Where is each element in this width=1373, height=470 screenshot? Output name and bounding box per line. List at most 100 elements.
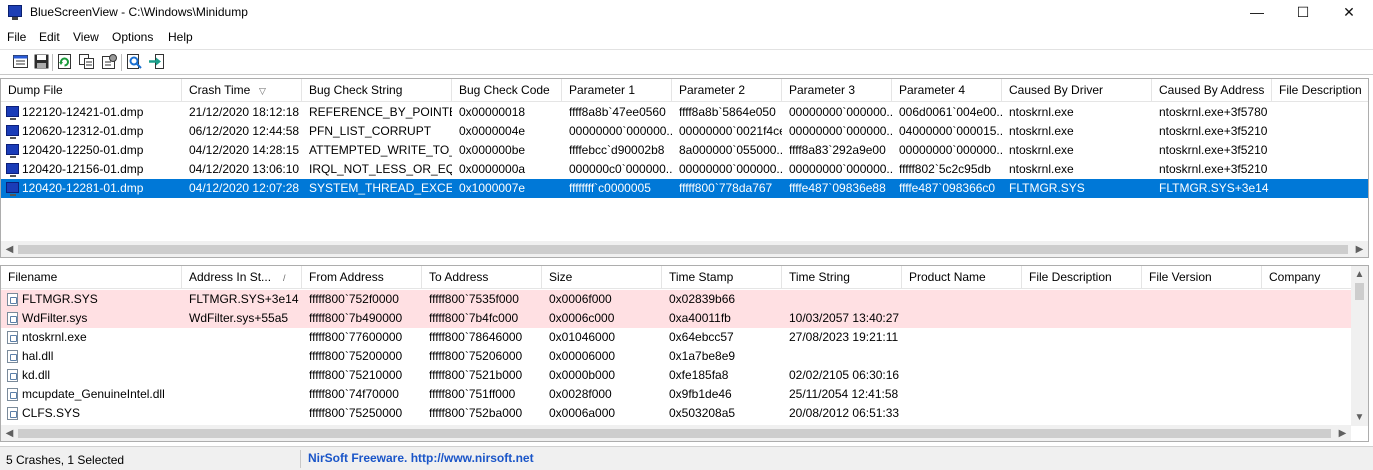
cell-bug-check-code: 0x00000018: [459, 105, 526, 119]
cell-to-address: fffff800`75206000: [429, 349, 523, 363]
exit-icon[interactable]: [148, 53, 165, 70]
driver-row[interactable]: CLFS.SYS fffff800`75250000 fffff800`752ba0…: [1, 404, 1354, 423]
cell-product-name: [902, 404, 1022, 423]
cell-bug-check-code: 0x000000be: [459, 143, 526, 157]
driver-row[interactable]: mcupdate_GenuineIntel.dll fffff800`74f700…: [1, 385, 1354, 404]
toolbar-separator: [52, 54, 53, 71]
driver-row[interactable]: ntoskrnl.exe fffff800`77600000 fffff800`78…: [1, 328, 1354, 347]
driver-row[interactable]: FLTMGR.SYS FLTMGR.SYS+3e14 fffff800`752f00…: [1, 290, 1354, 309]
cell-bug-check-string: SYSTEM_THREAD_EXCE...: [309, 181, 452, 195]
refresh-icon[interactable]: [56, 53, 73, 70]
driver-list-horizontal-scrollbar[interactable]: ◀ ▶: [1, 425, 1351, 441]
toolbar-separator: [121, 54, 122, 71]
cell-to-address: fffff800`78646000: [429, 330, 523, 344]
cell-parameter-1: ffffffff`c0000005: [569, 181, 651, 195]
cell-bug-check-string: REFERENCE_BY_POINTER: [309, 105, 452, 119]
cell-parameter-3: 00000000`000000...: [789, 124, 892, 138]
column-header-file-description[interactable]: File Description: [1272, 79, 1368, 102]
crash-row[interactable]: 120620-12312-01.dmp 06/12/2020 12:44:58 PF…: [1, 122, 1368, 141]
cell-crash-time: 04/12/2020 14:28:15: [189, 143, 300, 157]
cell-time-string: 10/03/2057 13:40:27: [789, 311, 900, 325]
cell-parameter-1: ffffebcc`d90002b8: [569, 143, 665, 157]
column-header-file-version[interactable]: File Version: [1142, 266, 1262, 289]
column-header-time-string[interactable]: Time String: [782, 266, 902, 289]
cell-bug-check-code: 0x0000004e: [459, 124, 526, 138]
cell-parameter-4: ffffe487`098366c0: [899, 181, 996, 195]
cell-size: 0x0000b000: [549, 368, 616, 382]
crash-row[interactable]: 120420-12156-01.dmp 04/12/2020 13:06:10 IR…: [1, 160, 1368, 179]
cell-bug-check-string: IRQL_NOT_LESS_OR_EQ...: [309, 162, 452, 176]
crash-list-horizontal-scrollbar[interactable]: ◀ ▶: [1, 241, 1368, 257]
driver-file-icon: [7, 369, 18, 382]
column-header-time-stamp[interactable]: Time Stamp: [662, 266, 782, 289]
cell-from-address: fffff800`75250000: [309, 406, 403, 420]
menu-edit[interactable]: Edit: [39, 30, 60, 44]
cell-time-stamp: 0xfe185fa8: [669, 368, 729, 382]
properties-icon[interactable]: [12, 53, 29, 70]
cell-address-in-stack: [182, 404, 302, 423]
cell-dump-file: 120620-12312-01.dmp: [22, 124, 144, 138]
driver-row[interactable]: kd.dll fffff800`75210000 fffff800`7521b000…: [1, 366, 1354, 385]
cell-filename: CLFS.SYS: [22, 406, 81, 420]
menu-view[interactable]: View: [73, 30, 99, 44]
column-header-crash-time[interactable]: Crash Time: [182, 79, 302, 102]
cell-parameter-2: 00000000`000000...: [679, 162, 782, 176]
cell-caused-by-address: FLTMGR.SYS+3e14: [1159, 181, 1269, 195]
close-button[interactable]: ✕: [1326, 0, 1372, 26]
cell-time-string: 02/02/2105 06:30:16: [789, 368, 900, 382]
cell-bug-check-code: 0x0000000a: [459, 162, 526, 176]
cell-file-description: [1022, 404, 1142, 423]
minimize-button[interactable]: —: [1234, 0, 1280, 26]
cell-dump-file: 120420-12156-01.dmp: [22, 162, 144, 176]
scroll-left-icon[interactable]: ◀: [1, 241, 18, 257]
cell-file-description: [1022, 290, 1142, 309]
driver-file-icon: [7, 293, 18, 306]
scroll-left-icon[interactable]: ◀: [1, 425, 18, 441]
cell-caused-by-driver: ntoskrnl.exe: [1009, 143, 1074, 157]
copy-icon[interactable]: [78, 53, 95, 70]
menu-help[interactable]: Help: [168, 30, 193, 44]
driver-row[interactable]: hal.dll fffff800`75200000 fffff800`7520600…: [1, 347, 1354, 366]
column-header-caused-by-driver[interactable]: Caused By Driver: [1002, 79, 1152, 102]
save-icon[interactable]: [33, 53, 50, 70]
crash-row[interactable]: 122120-12421-01.dmp 21/12/2020 18:12:18 RE…: [1, 103, 1368, 122]
column-header-product-name[interactable]: Product Name: [902, 266, 1022, 289]
scroll-right-icon[interactable]: ▶: [1334, 425, 1351, 441]
column-header-dump-file[interactable]: Dump File: [1, 79, 182, 102]
cell-caused-by-address: ntoskrnl.exe+3f5210: [1159, 162, 1268, 176]
column-header-caused-by-address[interactable]: Caused By Address: [1152, 79, 1272, 102]
scrollbar-thumb[interactable]: [18, 429, 1331, 438]
menu-file[interactable]: File: [7, 30, 26, 44]
column-header-from-address[interactable]: From Address: [302, 266, 422, 289]
crash-row[interactable]: 120420-12250-01.dmp 04/12/2020 14:28:15 AT…: [1, 141, 1368, 160]
cell-time-stamp: 0x9fb1de46: [669, 387, 732, 401]
advanced-options-icon[interactable]: [101, 53, 118, 70]
menu-options[interactable]: Options: [112, 30, 153, 44]
column-header-file-description[interactable]: File Description: [1022, 266, 1142, 289]
column-header-parameter-1[interactable]: Parameter 1: [562, 79, 672, 102]
column-header-size[interactable]: Size: [542, 266, 662, 289]
driver-file-icon: [7, 407, 18, 420]
scrollbar-thumb[interactable]: [18, 245, 1348, 254]
cell-bug-check-code: 0x1000007e: [459, 181, 526, 195]
nirsoft-link[interactable]: NirSoft Freeware. http://www.nirsoft.net: [308, 451, 534, 465]
find-icon[interactable]: [126, 53, 143, 70]
driver-list-vertical-scrollbar[interactable]: ▲ ▼: [1351, 266, 1368, 426]
column-header-bug-check-code[interactable]: Bug Check Code: [452, 79, 562, 102]
crash-row[interactable]: 120420-12281-01.dmp 04/12/2020 12:07:28 SY…: [1, 179, 1368, 198]
scrollbar-thumb[interactable]: [1355, 283, 1364, 300]
cell-address-in-stack: [182, 385, 302, 404]
maximize-button[interactable]: ☐: [1280, 0, 1326, 26]
column-header-filename[interactable]: Filename: [1, 266, 182, 289]
scroll-down-icon[interactable]: ▼: [1351, 409, 1368, 426]
driver-row[interactable]: WdFilter.sys WdFilter.sys+55a5 fffff800`7b…: [1, 309, 1354, 328]
column-header-bug-check-string[interactable]: Bug Check String: [302, 79, 452, 102]
scroll-up-icon[interactable]: ▲: [1351, 266, 1368, 283]
cell-parameter-3: 00000000`000000...: [789, 105, 892, 119]
column-header-parameter-2[interactable]: Parameter 2: [672, 79, 782, 102]
column-header-to-address[interactable]: To Address: [422, 266, 542, 289]
cell-file-version: [1142, 328, 1262, 347]
scroll-right-icon[interactable]: ▶: [1351, 241, 1368, 257]
column-header-parameter-4[interactable]: Parameter 4: [892, 79, 1002, 102]
column-header-parameter-3[interactable]: Parameter 3: [782, 79, 892, 102]
